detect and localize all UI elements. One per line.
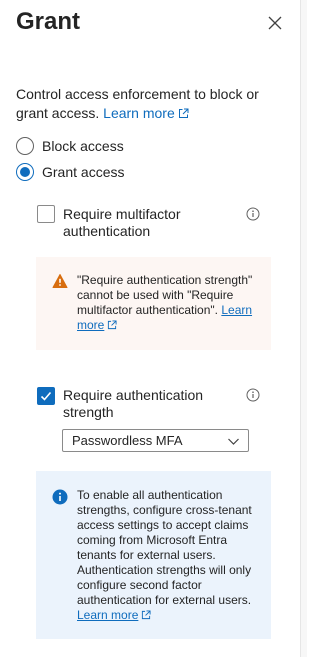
external-link-icon xyxy=(178,108,189,118)
radio-label: Block access xyxy=(42,138,124,154)
warning-banner: "Require authentication strength" cannot… xyxy=(36,257,271,350)
external-link-icon xyxy=(108,320,117,330)
info-banner: To enable all authentication strengths, … xyxy=(36,471,271,639)
warning-text: "Require authentication strength" cannot… xyxy=(77,273,262,333)
radio-block-access[interactable]: Block access xyxy=(16,137,124,155)
info-text: To enable all authentication strengths, … xyxy=(77,488,265,623)
learn-more-link[interactable]: Learn more xyxy=(103,105,189,121)
chevron-down-icon xyxy=(228,438,239,445)
learn-more-label: Learn more xyxy=(103,105,175,121)
radio-label: Grant access xyxy=(42,164,125,180)
external-link-icon xyxy=(142,610,151,620)
mfa-label: Require multifactor authentication xyxy=(63,206,181,239)
radio-button[interactable] xyxy=(16,163,34,181)
checkmark-icon xyxy=(40,391,52,401)
info-icon[interactable] xyxy=(246,207,260,221)
grant-panel: Grant Control access enforcement to bloc… xyxy=(0,0,300,657)
mfa-checkbox[interactable] xyxy=(37,205,55,223)
scroll-edge xyxy=(300,0,307,657)
learn-more-label: Learn more xyxy=(77,608,139,622)
panel-description: Control access enforcement to block or g… xyxy=(16,85,281,123)
warning-icon xyxy=(52,274,68,288)
radio-button[interactable] xyxy=(16,137,34,155)
info-icon[interactable] xyxy=(246,388,260,402)
auth-strength-checkbox[interactable] xyxy=(37,387,55,405)
close-button[interactable] xyxy=(264,12,286,34)
info-icon xyxy=(52,489,68,505)
close-icon xyxy=(268,16,282,30)
auth-strength-dropdown[interactable]: Passwordless MFA xyxy=(62,429,249,452)
info-learn-more-link[interactable]: Learn more xyxy=(77,608,138,622)
dropdown-value: Passwordless MFA xyxy=(72,433,183,448)
auth-strength-label: Require authentication strength xyxy=(63,387,204,420)
radio-grant-access[interactable]: Grant access xyxy=(16,163,124,181)
panel-title: Grant xyxy=(16,8,81,35)
info-message: To enable all authentication strengths, … xyxy=(77,488,252,607)
